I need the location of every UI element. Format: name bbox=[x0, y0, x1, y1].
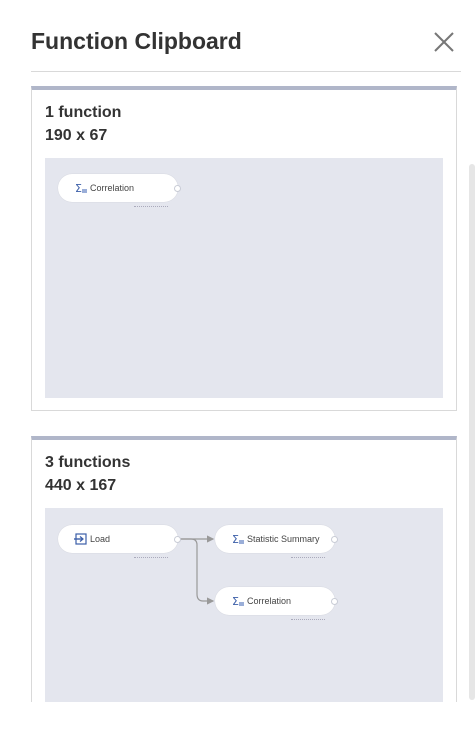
node-status-dots bbox=[134, 557, 168, 559]
clipboard-item[interactable]: 3 functions 440 x 167 Load Σ Statistic S… bbox=[31, 436, 457, 702]
function-node-load: Load bbox=[58, 525, 181, 558]
function-node-correlation: Σ Correlation bbox=[215, 587, 338, 620]
svg-text:Σ: Σ bbox=[232, 595, 239, 608]
output-port bbox=[331, 536, 338, 543]
close-icon[interactable] bbox=[432, 30, 456, 54]
clipboard-list[interactable]: 1 function 190 x 67 Σ Correlation 3 func… bbox=[0, 72, 475, 702]
function-count: 3 functions bbox=[45, 454, 131, 471]
node-label: Correlation bbox=[247, 596, 292, 606]
node-label: Load bbox=[90, 534, 111, 544]
canvas-size: 190 x 67 bbox=[45, 127, 108, 144]
clipboard-item[interactable]: 1 function 190 x 67 Σ Correlation bbox=[31, 86, 457, 411]
svg-text:Σ: Σ bbox=[75, 182, 82, 195]
output-port bbox=[331, 598, 338, 605]
function-count: 1 function bbox=[45, 104, 122, 121]
function-node-statistic-summary: Σ Statistic Summary bbox=[215, 525, 338, 558]
canvas-size: 440 x 167 bbox=[45, 477, 117, 494]
node-label: Correlation bbox=[90, 183, 135, 193]
preview-canvas: Σ Correlation bbox=[45, 158, 443, 398]
sigma-icon: Σ bbox=[74, 181, 88, 195]
import-icon bbox=[74, 532, 88, 546]
sigma-icon: Σ bbox=[231, 594, 245, 608]
panel-header: Function Clipboard bbox=[31, 22, 461, 72]
output-port bbox=[174, 536, 181, 543]
svg-text:Σ: Σ bbox=[232, 533, 239, 546]
node-status-dots bbox=[291, 619, 325, 621]
preview-canvas: Load Σ Statistic Summary Σ Correlation bbox=[45, 508, 443, 702]
function-node-correlation: Σ Correlation bbox=[58, 174, 181, 207]
node-status-dots bbox=[291, 557, 325, 559]
scrollbar-thumb[interactable] bbox=[469, 164, 475, 700]
output-port bbox=[174, 185, 181, 192]
panel-title: Function Clipboard bbox=[31, 28, 242, 54]
node-status-dots bbox=[134, 206, 168, 208]
sigma-icon: Σ bbox=[231, 532, 245, 546]
node-label: Statistic Summary bbox=[247, 534, 320, 544]
